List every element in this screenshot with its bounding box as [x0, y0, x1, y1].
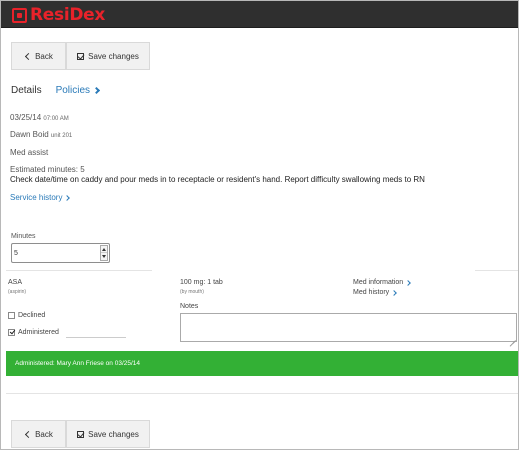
checkbox-checked-icon [8, 329, 15, 336]
chevron-left-icon [25, 52, 33, 60]
detail-tabs: Details Policies [11, 83, 101, 97]
logo-mark-icon [12, 7, 27, 23]
resident-name: Dawn Boid [10, 130, 49, 139]
service-datetime: 03/25/14 07:00 AM [10, 113, 69, 122]
chevron-right-icon [405, 279, 412, 286]
medication-name: ASA [8, 279, 23, 286]
tab-details[interactable]: Details [11, 85, 42, 96]
medication-generic: (aspirin) [8, 289, 27, 295]
save-button-label: Save changes [88, 429, 139, 439]
chevron-left-icon [25, 430, 33, 438]
resident-unit: unit 201 [50, 133, 73, 139]
save-changes-button[interactable]: Save changes [66, 420, 150, 448]
medication-dose-block: 100 mg: 1 tab (by mouth) [180, 279, 223, 295]
administered-underline [66, 337, 126, 338]
med-information-link[interactable]: Med information [353, 279, 412, 286]
tab-policies[interactable]: Policies [55, 84, 101, 96]
service-instructions: Check date/time on caddy and pour meds i… [10, 175, 425, 184]
app-window: ResiDex Back Save changes Details Polici… [0, 0, 519, 450]
chevron-right-icon [93, 86, 101, 94]
notes-textarea[interactable] [180, 313, 517, 342]
service-name: Med assist [10, 148, 49, 157]
declined-checkbox[interactable]: Declined [8, 312, 45, 319]
med-history-label: Med history [353, 289, 390, 296]
medication-name-block: ASA (aspirin) [8, 279, 26, 295]
top-bar: ResiDex [1, 1, 518, 28]
administered-checkbox[interactable]: Administered [8, 329, 59, 336]
tab-policies-label: Policies [55, 84, 91, 96]
divider [6, 393, 518, 394]
chevron-right-icon [64, 194, 71, 201]
checkbox-icon [8, 312, 15, 319]
estimated-minutes: Estimated minutes: 5 [10, 165, 85, 174]
residex-logo[interactable]: ResiDex [12, 6, 105, 24]
service-history-link[interactable]: Service history [10, 193, 71, 202]
back-button[interactable]: Back [11, 420, 66, 448]
brand-name: ResiDex [30, 5, 106, 25]
decrement-arrow-icon[interactable] [101, 253, 107, 260]
minutes-spinner [100, 245, 108, 261]
resident-line: Dawn Boid unit 201 [10, 130, 72, 139]
notes-label: Notes [180, 303, 199, 310]
top-toolbar: Back Save changes [6, 42, 511, 72]
chevron-right-icon [391, 289, 398, 296]
minutes-stepper [11, 243, 110, 263]
save-changes-button[interactable]: Save changes [66, 42, 150, 70]
service-history-label: Service history [10, 193, 63, 202]
service-date: 03/25/14 [10, 113, 42, 122]
divider [475, 270, 518, 271]
service-time: 07:00 AM [43, 116, 69, 122]
minutes-label: Minutes [11, 233, 36, 240]
back-button-label: Back [35, 51, 53, 61]
med-history-link[interactable]: Med history [353, 289, 398, 296]
divider [6, 270, 152, 271]
minutes-input[interactable] [14, 246, 98, 260]
administered-status-banner: Administered: Mary Ann Friese on 03/25/1… [6, 351, 518, 376]
administered-label: Administered [18, 329, 59, 336]
bottom-toolbar: Back Save changes [6, 420, 511, 449]
medication-route: (by mouth) [180, 289, 204, 295]
checkbox-icon [77, 430, 85, 438]
back-button-label: Back [35, 429, 53, 439]
declined-label: Declined [18, 312, 46, 319]
medication-dose: 100 mg: 1 tab [180, 279, 223, 286]
increment-arrow-icon[interactable] [101, 246, 107, 253]
resize-grip-icon[interactable] [510, 335, 516, 341]
med-information-label: Med information [353, 279, 404, 286]
save-button-label: Save changes [88, 51, 139, 61]
checkbox-icon [77, 52, 85, 60]
administered-status-text: Administered: Mary Ann Friese on 03/25/1… [15, 360, 141, 367]
back-button[interactable]: Back [11, 42, 66, 70]
